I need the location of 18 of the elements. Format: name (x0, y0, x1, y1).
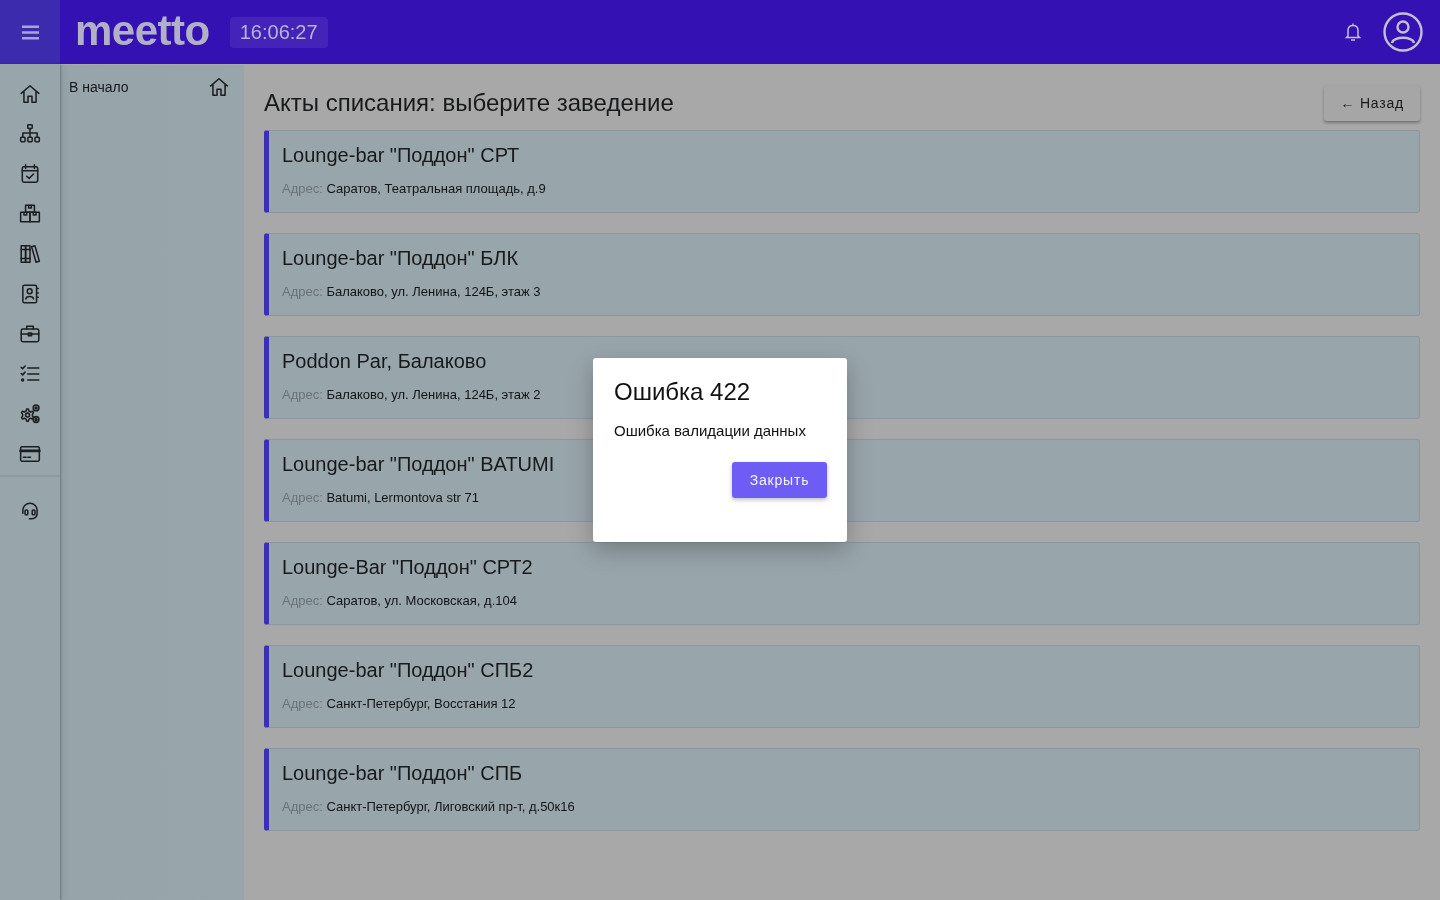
address-text: Саратов, Театральная площадь, д.9 (326, 181, 546, 196)
venue-name: Lounge-bar "Поддон" СРТ (282, 143, 521, 167)
address-text: Санкт-Петербург, Лиговский пр-т, д.50к16 (326, 799, 575, 814)
address-text: Batumi, Lermontova str 71 (326, 490, 479, 505)
address-text: Санкт-Петербург, Восстания 12 (326, 696, 516, 711)
address-text: Балаково, ул. Ленина, 124Б, этаж 2 (326, 387, 541, 402)
dialog-message: Ошибка валидации данных (614, 422, 807, 440)
dialog-title: Ошибка 422 (614, 378, 752, 406)
venue-name: Lounge-Bar "Поддон" СРТ2 (282, 555, 534, 579)
venue-name: Lounge-bar "Поддон" БЛК (282, 246, 520, 270)
address-text: Саратов, ул. Московская, д.104 (326, 593, 517, 608)
venue-name: Lounge-bar "Поддон" СПБ (282, 761, 524, 785)
venue-name: Lounge-bar "Поддон" СПБ2 (282, 658, 535, 682)
venue-name: Poddon Par, Балаково (282, 349, 488, 373)
clock: 16:06:27 (229, 16, 328, 48)
address-text: Балаково, ул. Ленина, 124Б, этаж 3 (326, 284, 541, 299)
page-title: Акты списания: выберите заведение (264, 89, 674, 117)
venue-name: Lounge-bar "Поддон" BATUMI (282, 452, 556, 476)
